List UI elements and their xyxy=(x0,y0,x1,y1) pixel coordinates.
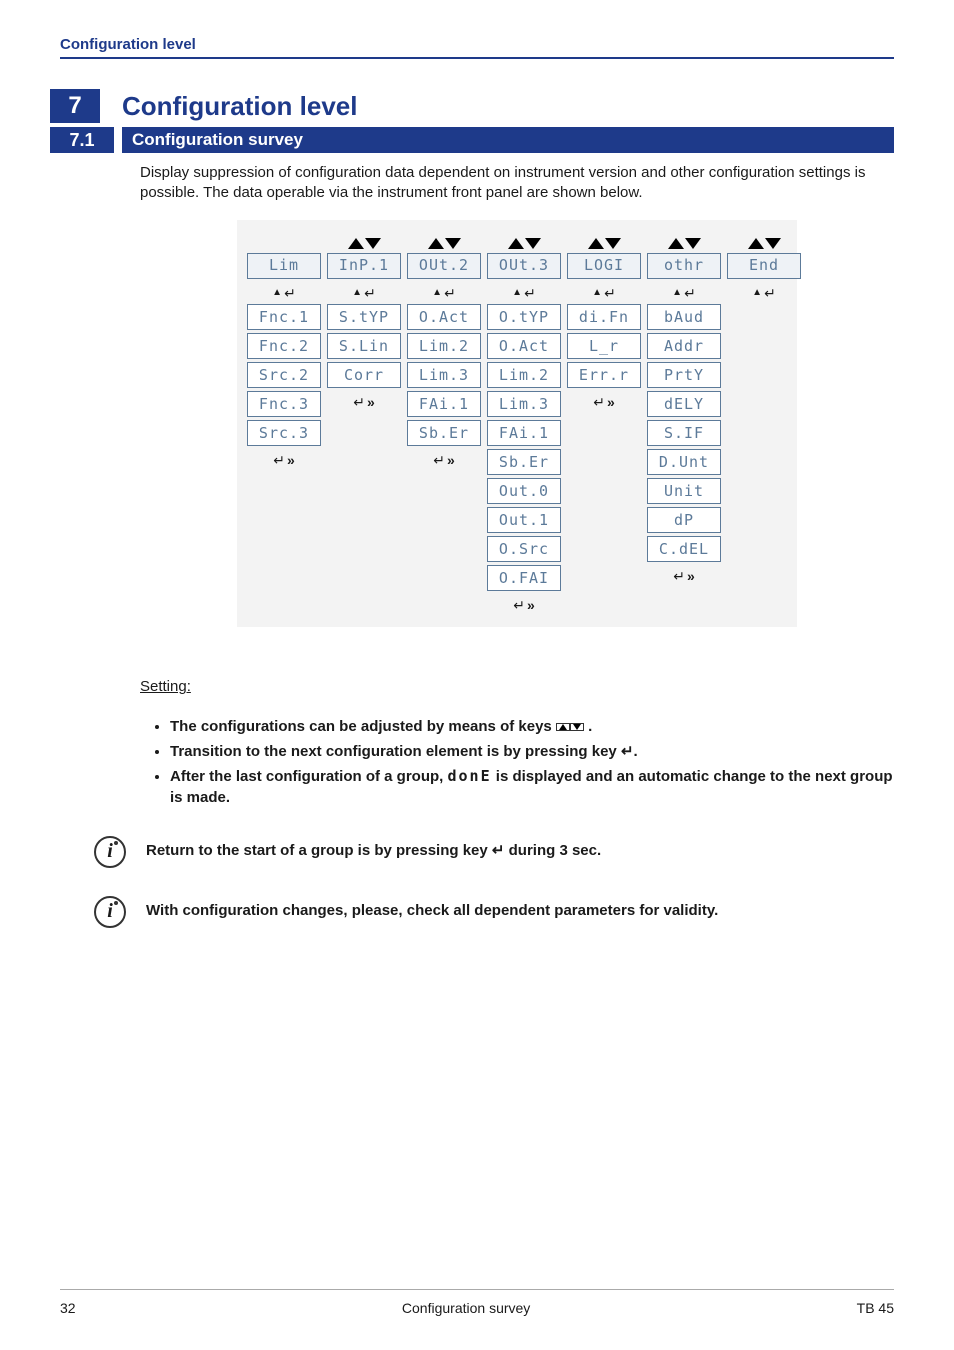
enter-key-icon: ↵ xyxy=(621,743,634,760)
diagram-item: dP xyxy=(647,507,721,533)
diagram-item: Corr xyxy=(327,362,401,388)
info-note-2: i With configuration changes, please, ch… xyxy=(94,896,894,928)
enter-connector-icon: ▲ ↵ xyxy=(272,284,296,303)
footer-page: 32 xyxy=(60,1300,76,1316)
diagram-item: O.Src xyxy=(487,536,561,562)
diagram-item: Fnc.1 xyxy=(247,304,321,330)
diagram-item: Err.r xyxy=(567,362,641,388)
diagram-item: S.IF xyxy=(647,420,721,446)
config-diagram: Lim▲ ↵Fnc.1Fnc.2Src.2Fnc.3Src.3↵ »InP.1▲… xyxy=(237,220,797,628)
updown-arrows-icon xyxy=(668,238,701,249)
intro-text: Display suppression of configuration dat… xyxy=(140,163,894,204)
diagram-item: Lim.3 xyxy=(407,362,481,388)
updown-key-icon xyxy=(570,723,584,731)
diagram-item: FAi.1 xyxy=(407,391,481,417)
diagram-item: O.Act xyxy=(487,333,561,359)
return-connector-icon: ↵ » xyxy=(513,596,535,615)
setting-bullets: The configurations can be adjusted by me… xyxy=(140,716,894,808)
diagram-item: Lim.2 xyxy=(487,362,561,388)
diagram-item: Out.0 xyxy=(487,478,561,504)
diagram-item: S.Lin xyxy=(327,333,401,359)
footer-right: TB 45 xyxy=(857,1300,894,1316)
diagram-item: di.Fn xyxy=(567,304,641,330)
diagram-item: Lim.3 xyxy=(487,391,561,417)
diagram-item: Addr xyxy=(647,333,721,359)
diagram-item: FAi.1 xyxy=(487,420,561,446)
diagram-item: Src.2 xyxy=(247,362,321,388)
diagram-group-header: LOGI xyxy=(567,253,641,279)
return-connector-icon: ↵ » xyxy=(353,393,375,412)
updown-arrows-icon xyxy=(508,238,541,249)
diagram-item: C.dEL xyxy=(647,536,721,562)
diagram-group-header: InP.1 xyxy=(327,253,401,279)
diagram-group-header: othr xyxy=(647,253,721,279)
diagram-item: Fnc.3 xyxy=(247,391,321,417)
return-connector-icon: ↵ » xyxy=(673,567,695,586)
updown-arrows-icon xyxy=(348,238,381,249)
diagram-item: L_r xyxy=(567,333,641,359)
info-icon: i xyxy=(94,896,126,928)
enter-connector-icon: ▲ ↵ xyxy=(672,284,696,303)
updown-arrows-icon xyxy=(588,238,621,249)
return-connector-icon: ↵ » xyxy=(273,451,295,470)
diagram-item: D.Unt xyxy=(647,449,721,475)
section-header: 7.1 Configuration survey xyxy=(60,127,894,153)
footer-center: Configuration survey xyxy=(402,1300,530,1316)
diagram-column: InP.1 ▲ ↵S.tYP S.Lin Corr ↵ » xyxy=(327,238,401,618)
section-number-box: 7.1 xyxy=(50,127,114,153)
diagram-item: S.tYP xyxy=(327,304,401,330)
running-header: Configuration level xyxy=(60,36,894,59)
bullet-2: Transition to the next configuration ele… xyxy=(170,741,894,762)
diagram-column: LOGI ▲ ↵di.Fn L_r Err.r ↵ » xyxy=(567,238,641,618)
enter-connector-icon: ▲ ↵ xyxy=(432,284,456,303)
diagram-group-header: OUt.3 xyxy=(487,253,561,279)
chapter-header: 7 Configuration level xyxy=(60,89,894,123)
diagram-item: Unit xyxy=(647,478,721,504)
diagram-column: othr ▲ ↵bAud Addr PrtY dELY S.IF D.Unt Unit dP C.… xyxy=(647,238,721,618)
diagram-item: Fnc.2 xyxy=(247,333,321,359)
diagram-item: Sb.Er xyxy=(487,449,561,475)
diagram-group-header: Lim xyxy=(247,253,321,279)
updown-key-icon xyxy=(556,723,570,731)
bullet-1: The configurations can be adjusted by me… xyxy=(170,716,894,737)
diagram-item: O.FAI xyxy=(487,565,561,591)
enter-connector-icon: ▲ ↵ xyxy=(512,284,536,303)
diagram-column: OUt.2 ▲ ↵O.Act Lim.2 Lim.3 FAi.1 Sb.Er ↵ » xyxy=(407,238,481,618)
done-code: donE xyxy=(448,767,492,785)
chapter-number-box: 7 xyxy=(50,89,100,123)
page-footer: 32 Configuration survey TB 45 xyxy=(60,1294,894,1316)
chapter-title: Configuration level xyxy=(100,91,357,122)
diagram-item: O.tYP xyxy=(487,304,561,330)
diagram-item: Src.3 xyxy=(247,420,321,446)
diagram-column: OUt.3 ▲ ↵O.tYP O.Act Lim.2 Lim.3 FAi.1 Sb.Er Ou… xyxy=(487,238,561,618)
info-text-2: With configuration changes, please, chec… xyxy=(146,901,894,921)
info-icon: i xyxy=(94,836,126,868)
diagram-column: Lim ▲ ↵Fnc.1 Fnc.2 Src.2 Fnc.3 Src.3 ↵ » xyxy=(247,238,321,618)
diagram-item: O.Act xyxy=(407,304,481,330)
section-title: Configuration survey xyxy=(122,127,894,153)
updown-arrows-icon xyxy=(748,238,781,249)
diagram-group-header: End xyxy=(727,253,801,279)
diagram-item: PrtY xyxy=(647,362,721,388)
info-note-1: i Return to the start of a group is by p… xyxy=(94,836,894,868)
diagram-item: dELY xyxy=(647,391,721,417)
diagram-item: Lim.2 xyxy=(407,333,481,359)
return-connector-icon: ↵ » xyxy=(433,451,455,470)
setting-heading: Setting: xyxy=(140,677,894,697)
enter-connector-icon: ▲ ↵ xyxy=(752,284,776,303)
info-text-1: Return to the start of a group is by pre… xyxy=(146,841,894,861)
return-connector-icon: ↵ » xyxy=(593,393,615,412)
diagram-column: End ▲ ↵ xyxy=(727,238,801,618)
diagram-group-header: OUt.2 xyxy=(407,253,481,279)
updown-arrows-icon xyxy=(428,238,461,249)
enter-connector-icon: ▲ ↵ xyxy=(592,284,616,303)
enter-connector-icon: ▲ ↵ xyxy=(352,284,376,303)
diagram-item: Sb.Er xyxy=(407,420,481,446)
diagram-item: bAud xyxy=(647,304,721,330)
diagram-item: Out.1 xyxy=(487,507,561,533)
bullet-3: After the last configuration of a group,… xyxy=(170,766,894,808)
